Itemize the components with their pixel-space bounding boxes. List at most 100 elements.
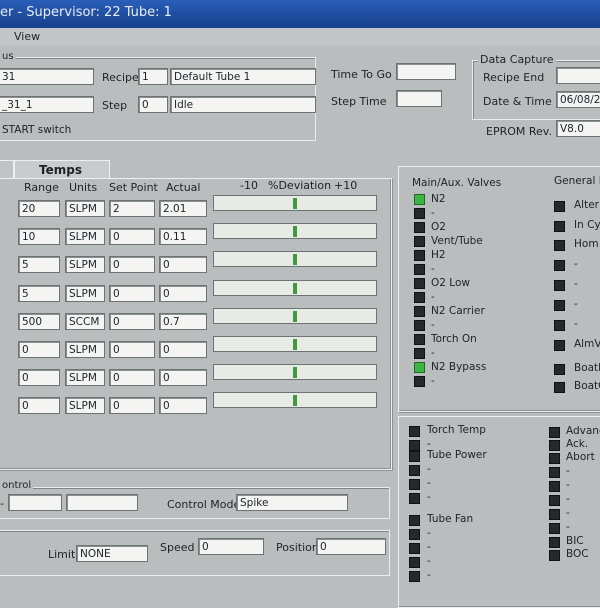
actual-field: 0 — [159, 369, 207, 386]
io-led-icon — [549, 509, 560, 520]
actual-field: 0.11 — [159, 228, 207, 245]
recipe-end-label: Recipe End — [483, 71, 545, 84]
deviation-bar — [213, 280, 377, 296]
setpoint-field[interactable]: 0 — [109, 228, 155, 245]
io-label: - — [566, 479, 570, 491]
run-id-field: 31 — [0, 68, 94, 85]
general-label: BoatC — [574, 380, 600, 392]
io-led-icon — [409, 479, 420, 490]
io-led-icon — [409, 451, 420, 462]
io-label: - — [427, 491, 431, 503]
actual-field: 0 — [159, 341, 207, 358]
io-led-icon — [549, 453, 560, 464]
units-field[interactable]: SLPM — [65, 200, 105, 217]
units-field[interactable]: SLPM — [65, 256, 105, 273]
range-field[interactable]: 0 — [18, 341, 60, 358]
setpoint-field[interactable]: 0 — [109, 397, 155, 414]
control-mode-field[interactable]: Spike — [236, 494, 348, 511]
step-time-field — [396, 90, 442, 107]
menu-view[interactable]: View — [14, 30, 40, 43]
deviation-bar — [213, 223, 377, 239]
valve-label: N2 Bypass — [431, 361, 487, 373]
valve-led-icon — [414, 306, 425, 317]
io-led-icon — [409, 465, 420, 476]
io-led-icon — [549, 467, 560, 478]
io-label: - — [427, 555, 431, 567]
setpoint-field[interactable]: 0 — [109, 313, 155, 330]
valve-led-icon — [414, 292, 425, 303]
recipe-number-field[interactable]: 1 — [138, 68, 168, 85]
units-field[interactable]: SCCM — [65, 313, 105, 330]
io-label: - — [566, 521, 570, 533]
col-units: Units — [69, 181, 98, 194]
io-led-icon — [409, 529, 420, 540]
time-to-go-field — [396, 63, 456, 80]
control-field-2[interactable] — [66, 494, 138, 511]
io-label: BIC — [566, 535, 584, 547]
deviation-bar — [213, 336, 377, 352]
general-label: - — [574, 318, 578, 330]
step-number-field[interactable]: 0 — [138, 96, 168, 113]
range-field[interactable]: 10 — [18, 228, 60, 245]
tab-left[interactable] — [0, 160, 14, 179]
general-led-icon — [554, 240, 565, 251]
io-led-icon — [549, 440, 560, 451]
setpoint-field[interactable]: 0 — [109, 341, 155, 358]
step-name-field: Idle — [170, 96, 316, 113]
valve-led-icon — [414, 376, 425, 387]
valve-label: - — [431, 319, 435, 331]
date-time-field[interactable]: 06/08/2 — [556, 91, 600, 108]
io-led-icon — [549, 537, 560, 548]
time-to-go-label: Time To Go — [331, 68, 392, 81]
units-field[interactable]: SLPM — [65, 228, 105, 245]
valve-led-icon — [414, 208, 425, 219]
valve-led-icon — [414, 334, 425, 345]
io-led-icon — [549, 523, 560, 534]
valve-label: H2 — [431, 249, 446, 261]
general-label: In Cy — [574, 219, 600, 231]
setpoint-field[interactable]: 0 — [109, 369, 155, 386]
io-led-icon — [549, 495, 560, 506]
range-field[interactable]: 500 — [18, 313, 60, 330]
valve-led-icon — [414, 264, 425, 275]
setpoint-field[interactable]: 2 — [109, 200, 155, 217]
range-field[interactable]: 0 — [18, 397, 60, 414]
general-led-icon — [554, 320, 565, 331]
io-label: - — [427, 477, 431, 489]
control-mode-label: Control Mode — [167, 498, 241, 511]
col-set-point: Set Point — [109, 181, 158, 194]
control-dash: - — [0, 497, 4, 510]
valve-label: - — [431, 263, 435, 275]
deviation-marker — [293, 311, 297, 322]
setpoint-field[interactable]: 0 — [109, 256, 155, 273]
range-field[interactable]: 0 — [18, 369, 60, 386]
io-led-icon — [549, 550, 560, 561]
units-field[interactable]: SLPM — [65, 285, 105, 302]
setpoint-field[interactable]: 0 — [109, 285, 155, 302]
io-label: BOC — [566, 548, 589, 560]
eprom-label: EPROM Rev. — [486, 125, 552, 138]
general-label: AlmV — [574, 338, 600, 350]
io-label: Ack. — [566, 438, 589, 450]
valve-label: N2 Carrier — [431, 305, 485, 317]
tab-temps[interactable]: Temps — [14, 160, 110, 179]
range-field[interactable]: 5 — [18, 256, 60, 273]
general-led-icon — [554, 382, 565, 393]
tab-temps-label: Temps — [39, 163, 82, 177]
recipe-end-field[interactable] — [556, 67, 600, 84]
valve-led-icon — [414, 236, 425, 247]
control-field-1[interactable] — [8, 494, 62, 511]
range-field[interactable]: 20 — [18, 200, 60, 217]
menu-bar: View — [0, 28, 600, 46]
general-led-icon — [554, 280, 565, 291]
units-field[interactable]: SLPM — [65, 369, 105, 386]
io-led-icon — [549, 427, 560, 438]
actual-field: 0.7 — [159, 313, 207, 330]
valves-panel — [398, 166, 600, 412]
units-field[interactable]: SLPM — [65, 397, 105, 414]
units-field[interactable]: SLPM — [65, 341, 105, 358]
recipe-label: Recipe — [102, 71, 139, 84]
range-field[interactable]: 5 — [18, 285, 60, 302]
col-range: Range — [24, 181, 59, 194]
deviation-bar — [213, 195, 377, 211]
